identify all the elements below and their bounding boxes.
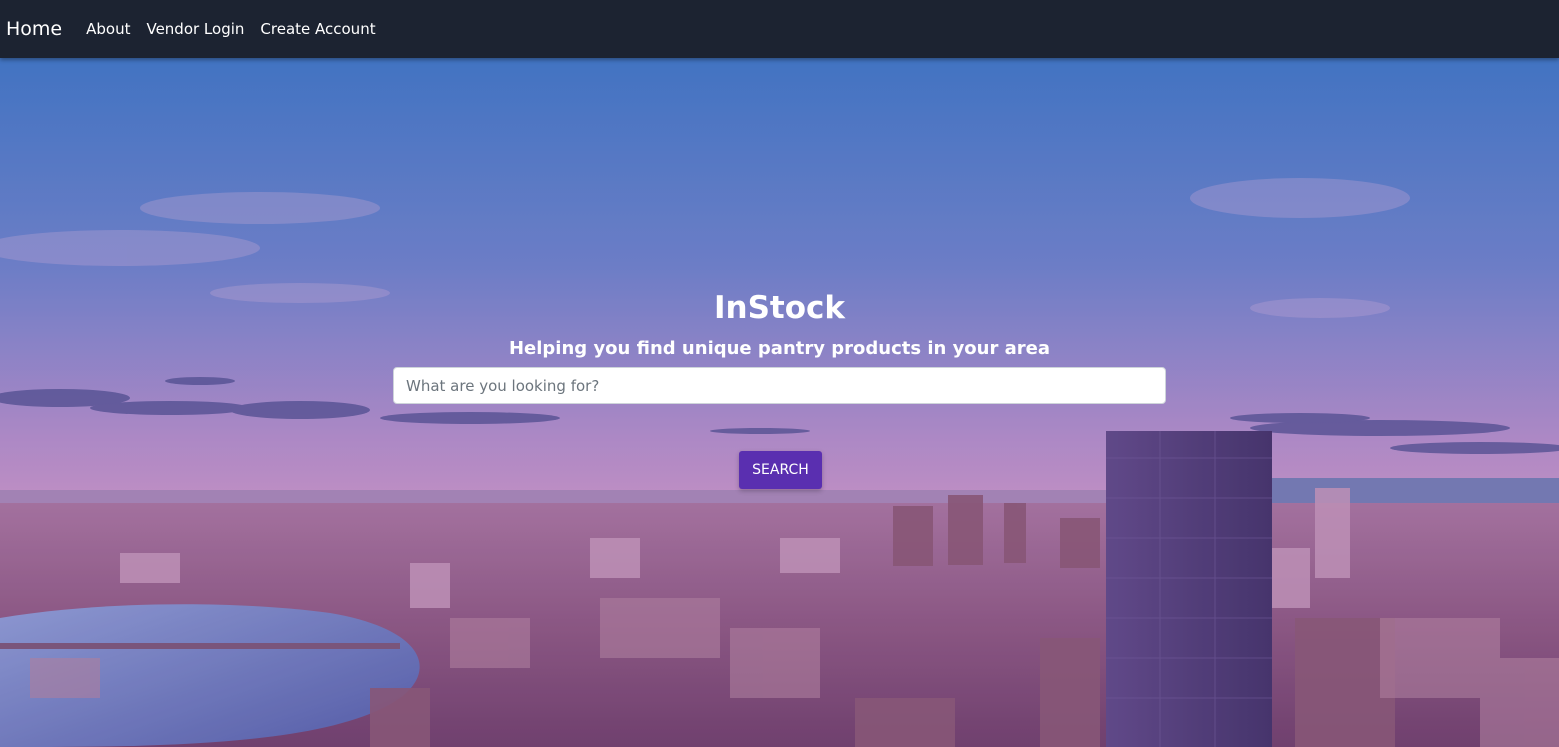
page-subtitle: Helping you find unique pantry products … <box>508 338 1051 359</box>
home-link[interactable]: Home <box>6 18 62 40</box>
page-title: InStock <box>713 290 846 326</box>
hero-content: InStock Helping you find unique pantry p… <box>0 58 1559 747</box>
search-button[interactable]: SEARCH <box>739 451 822 489</box>
vendor-login-link[interactable]: Vendor Login <box>146 20 244 38</box>
search-input[interactable] <box>393 367 1166 404</box>
create-account-link[interactable]: Create Account <box>260 20 375 38</box>
hero-section: InStock Helping you find unique pantry p… <box>0 58 1559 747</box>
about-link[interactable]: About <box>86 20 130 38</box>
navbar: Home About Vendor Login Create Account <box>0 0 1559 58</box>
